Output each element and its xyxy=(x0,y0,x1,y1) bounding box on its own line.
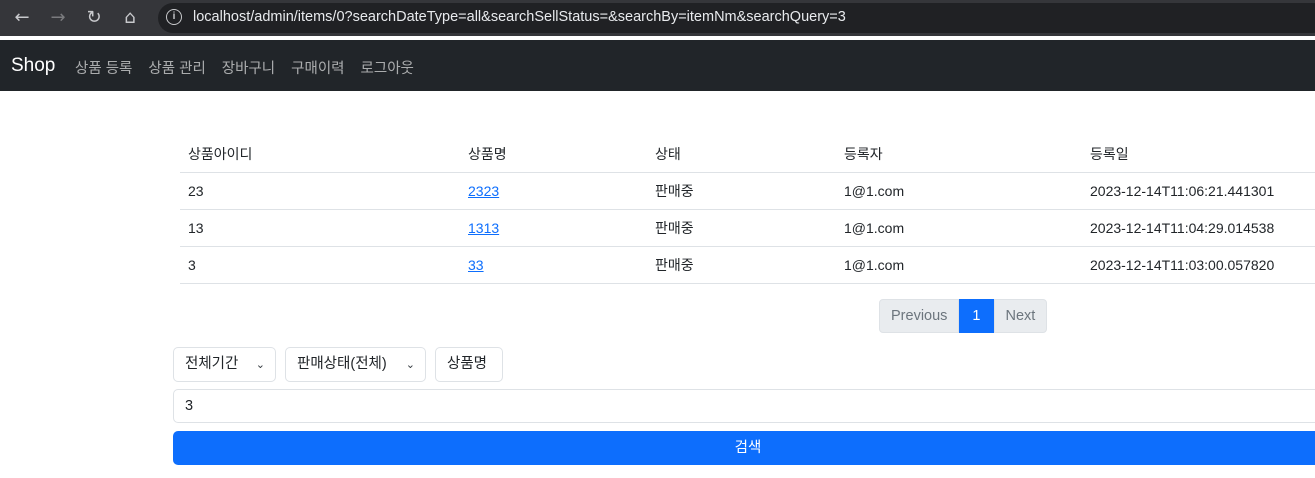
date-type-select[interactable]: 전체기간 ⌄ xyxy=(173,347,276,382)
sell-status-select[interactable]: 판매상태(전체) ⌄ xyxy=(285,347,426,382)
cell-item-id: 3 xyxy=(180,246,460,284)
url-path: /admin/items/0?searchDateType=all&search… xyxy=(250,9,846,25)
item-name-link[interactable]: 2323 xyxy=(468,183,499,199)
reload-icon[interactable]: ↻ xyxy=(83,7,105,29)
cell-reg-date: 2023-12-14T11:03:00.057820 xyxy=(1082,246,1315,284)
cell-item-id: 13 xyxy=(180,209,460,247)
app-navbar: Shop 상품 등록 상품 관리 장바구니 구매이력 로그아웃 xyxy=(0,40,1315,91)
nav-link-item-manage[interactable]: 상품 관리 xyxy=(148,57,205,78)
item-name-link[interactable]: 1313 xyxy=(468,220,499,236)
chevron-down-icon: ⌄ xyxy=(255,358,265,371)
header-reg-date: 등록일 xyxy=(1082,136,1315,173)
table-header-row: 상품아이디 상품명 상태 등록자 등록일 xyxy=(180,136,1315,173)
pagination: Previous 1 Next xyxy=(879,299,1048,333)
cell-status: 판매중 xyxy=(647,246,836,284)
address-bar[interactable]: i localhost/admin/items/0?searchDateType… xyxy=(158,3,1315,33)
items-table: 상품아이디 상품명 상태 등록자 등록일 23 2323 판매중 1@1.com… xyxy=(180,136,1315,284)
cell-registrant: 1@1.com xyxy=(836,246,1082,284)
cell-registrant: 1@1.com xyxy=(836,209,1082,247)
search-by-value: 상품명 xyxy=(447,356,488,372)
cell-status: 판매중 xyxy=(647,209,836,247)
cell-item-name: 1313 xyxy=(460,209,647,247)
site-info-icon[interactable]: i xyxy=(166,9,182,25)
search-by-select[interactable]: 상품명 xyxy=(435,347,503,382)
nav-link-order-history[interactable]: 구매이력 xyxy=(291,57,344,78)
cell-registrant: 1@1.com xyxy=(836,172,1082,210)
header-item-name: 상품명 xyxy=(460,136,647,173)
back-arrow-icon[interactable]: ← xyxy=(11,7,33,29)
url-text[interactable]: localhost/admin/items/0?searchDateType=a… xyxy=(193,9,846,25)
sell-status-value: 판매상태(전체) xyxy=(297,356,387,372)
brand-logo[interactable]: Shop xyxy=(11,55,55,77)
date-type-value: 전체기간 xyxy=(185,356,239,372)
cell-item-name: 33 xyxy=(460,246,647,284)
item-name-link[interactable]: 33 xyxy=(468,257,484,273)
header-registrant: 등록자 xyxy=(836,136,1082,173)
cell-status: 판매중 xyxy=(647,172,836,210)
browser-toolbar: ← → ↻ ⌂ i localhost/admin/items/0?search… xyxy=(0,0,1315,36)
nav-link-cart[interactable]: 장바구니 xyxy=(222,57,275,78)
nav-link-item-register[interactable]: 상품 등록 xyxy=(75,57,132,78)
home-icon[interactable]: ⌂ xyxy=(119,7,141,29)
cell-reg-date: 2023-12-14T11:06:21.441301 xyxy=(1082,172,1315,210)
header-item-id: 상품아이디 xyxy=(180,136,460,173)
table-row: 23 2323 판매중 1@1.com 2023-12-14T11:06:21.… xyxy=(180,172,1315,210)
pagination-page-button[interactable]: 1 xyxy=(959,299,994,333)
pagination-next-button[interactable]: Next xyxy=(993,299,1048,333)
chevron-down-icon: ⌄ xyxy=(405,358,415,371)
forward-arrow-icon[interactable]: → xyxy=(47,7,69,29)
nav-link-logout[interactable]: 로그아웃 xyxy=(361,57,414,78)
pagination-previous-button[interactable]: Previous xyxy=(879,299,960,333)
header-status: 상태 xyxy=(647,136,836,173)
url-host: localhost xyxy=(193,9,251,25)
table-row: 3 33 판매중 1@1.com 2023-12-14T11:03:00.057… xyxy=(180,246,1315,284)
table-row: 13 1313 판매중 1@1.com 2023-12-14T11:04:29.… xyxy=(180,209,1315,247)
cell-item-name: 2323 xyxy=(460,172,647,210)
search-button[interactable]: 검색 xyxy=(173,431,1315,465)
search-query-input[interactable]: 3 xyxy=(173,389,1315,423)
nav-links: 상품 등록 상품 관리 장바구니 구매이력 로그아웃 xyxy=(75,57,430,78)
cell-reg-date: 2023-12-14T11:04:29.014538 xyxy=(1082,209,1315,247)
cell-item-id: 23 xyxy=(180,172,460,210)
